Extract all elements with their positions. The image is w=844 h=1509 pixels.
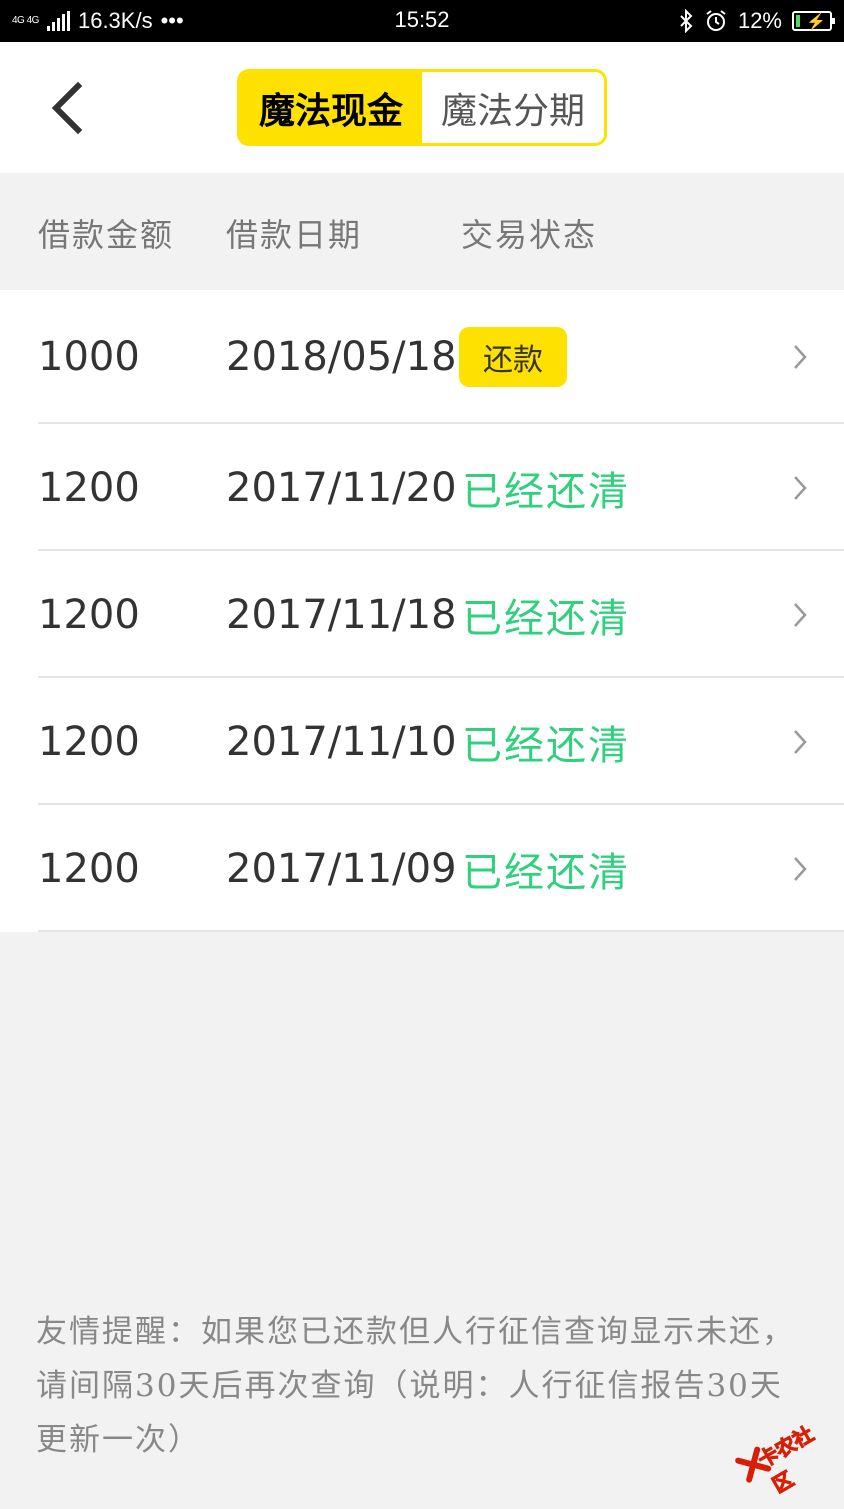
status-bar: 4G 4G 16.3K/s ••• 15:52 12% ⚡	[0, 0, 844, 42]
status-cleared: 已经还清	[462, 849, 630, 896]
product-segmented-control: 魔法现金 魔法分期	[237, 69, 607, 146]
loan-date: 2017/11/20	[226, 464, 457, 511]
status-cleared: 已经还清	[462, 468, 630, 515]
status-cleared: 已经还清	[462, 595, 630, 642]
loan-row[interactable]: 1200 2017/11/10 已经还清	[0, 678, 844, 805]
loan-amount: 1200	[38, 464, 140, 511]
status-right: 12% ⚡	[678, 6, 835, 36]
loan-list: 1000 2018/05/18 还款 1200 2017/11/20 已经还清 …	[0, 290, 844, 932]
chevron-right-icon	[794, 475, 807, 500]
chevron-right-icon	[794, 602, 807, 627]
status-cleared: 已经还清	[462, 722, 630, 769]
loan-date: 2017/11/10	[226, 718, 457, 765]
loan-row[interactable]: 1200 2017/11/18 已经还清	[0, 551, 844, 678]
loan-date: 2018/05/18	[226, 334, 457, 380]
chevron-right-icon	[794, 345, 807, 369]
column-date: 借款日期	[226, 216, 363, 254]
chevron-left-icon	[51, 81, 83, 135]
battery-icon: ⚡	[792, 11, 835, 31]
loan-date: 2017/11/18	[226, 591, 457, 638]
loan-row[interactable]: 1200 2017/11/20 已经还清	[0, 424, 844, 551]
loan-table-header: 借款金额 借款日期 交易状态	[0, 173, 844, 290]
loan-row[interactable]: 1000 2018/05/18 还款	[0, 290, 844, 424]
column-status: 交易状态	[461, 216, 598, 254]
alarm-icon	[706, 10, 726, 31]
repay-button[interactable]: 还款	[459, 327, 567, 387]
tab-magic-cash[interactable]: 魔法现金	[240, 72, 422, 143]
app-header: 魔法现金 魔法分期	[0, 42, 844, 173]
loan-amount: 1200	[38, 718, 140, 765]
chevron-right-icon	[794, 856, 807, 881]
watermark-text: 卡农社区	[753, 1421, 818, 1498]
loan-row[interactable]: 1200 2017/11/09 已经还清	[0, 805, 844, 932]
loan-amount: 1000	[38, 334, 140, 380]
chevron-right-icon	[794, 729, 807, 754]
bluetooth-icon	[680, 9, 693, 33]
column-amount: 借款金额	[38, 216, 175, 254]
tab-magic-installment[interactable]: 魔法分期	[422, 72, 604, 143]
battery-fill	[796, 15, 800, 27]
reminder-note: 友情提醒：如果您已还款但人行征信查询显示未还，请间隔30天后再次查询（说明：人行…	[36, 1314, 795, 1458]
loan-amount: 1200	[38, 845, 140, 892]
back-button[interactable]	[44, 80, 94, 136]
loan-amount: 1200	[38, 591, 140, 638]
charging-icon: ⚡	[806, 14, 826, 31]
loan-date: 2017/11/09	[226, 845, 457, 892]
battery-percent: 12%	[737, 8, 782, 33]
